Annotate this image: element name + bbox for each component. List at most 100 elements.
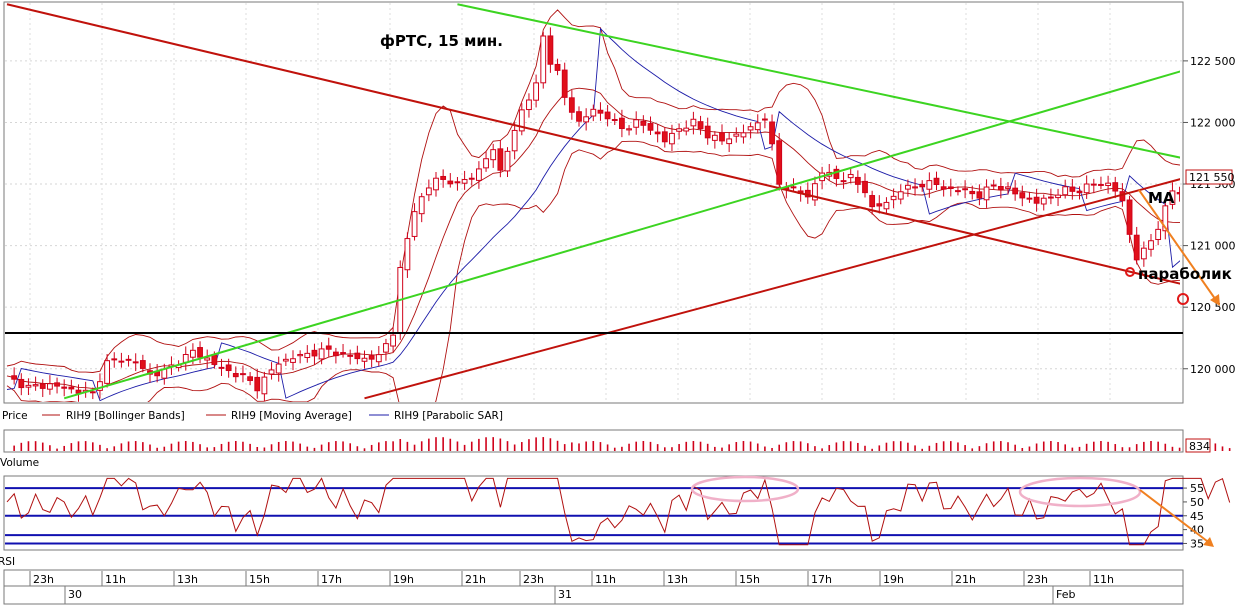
volume-bar [120, 443, 123, 451]
hour-label: 15h [739, 573, 760, 586]
volume-bar [1078, 446, 1081, 451]
date-label: Feb [1056, 588, 1075, 601]
volume-bar [814, 446, 816, 451]
volume-bar [13, 445, 15, 451]
hour-label: 19h [393, 573, 414, 586]
volume-bar [585, 441, 587, 451]
volume-bar [992, 441, 995, 451]
volume-bar [964, 445, 966, 451]
volume-bar [871, 448, 873, 451]
hour-label: 21h [955, 573, 976, 586]
volume-bar [385, 441, 387, 451]
volume-bar [113, 446, 116, 451]
volume-bar [163, 446, 166, 451]
volume-bar [685, 441, 688, 451]
volume-bar [249, 443, 251, 451]
volume-bar [27, 441, 30, 451]
volume-bar [84, 441, 87, 451]
volume-bar [914, 445, 916, 451]
volume-bar [63, 445, 65, 451]
volume-bar [642, 441, 645, 451]
volume-bar [635, 441, 637, 451]
volume-bar [170, 443, 173, 451]
volume-bar [542, 437, 545, 451]
volume-bar [127, 441, 130, 451]
volume-bar [799, 441, 802, 451]
volume-bar [521, 442, 523, 451]
volume-bar [1057, 442, 1059, 451]
volume-bar [1121, 447, 1124, 451]
hour-label: 19h [883, 573, 904, 586]
volume-bar [370, 444, 373, 451]
volume-bar [935, 442, 938, 451]
volume-bar [20, 442, 23, 451]
volume-bar [292, 441, 294, 451]
volume-bar [1107, 441, 1109, 451]
chart-title: фРТС, 15 мин. [380, 32, 503, 50]
price-tick-label: 120 000 [1190, 363, 1235, 376]
volume-bar [206, 447, 208, 451]
volume-bar [528, 439, 530, 451]
volume-bar [99, 444, 101, 451]
hour-label: 11h [595, 573, 616, 586]
volume-bar [892, 441, 895, 451]
volume-bar [435, 437, 437, 451]
volume-bar [664, 447, 666, 451]
volume-bar [549, 438, 552, 451]
legend-row [0, 404, 1235, 426]
volume-bar [563, 444, 566, 451]
volume-bar [885, 442, 888, 451]
volume-bar [828, 445, 831, 451]
volume-bar [678, 444, 680, 451]
volume-bar [1085, 443, 1088, 451]
volume-bar [392, 441, 394, 451]
volume-bar [306, 446, 309, 451]
hour-label: 11h [1093, 573, 1114, 586]
volume-bar [285, 441, 287, 451]
last-price-label: 121 550 [1189, 171, 1235, 184]
volume-bar [1157, 441, 1159, 451]
price-axis: 120 000120 500121 000121 500122 000122 5… [1183, 55, 1235, 376]
volume-bar [656, 444, 659, 451]
volume-bar [1228, 448, 1231, 451]
volume-bar [478, 438, 480, 451]
volume-bar [485, 437, 487, 451]
volume-bar [1135, 444, 1138, 451]
volume-bar [942, 441, 945, 451]
volume-bar [492, 437, 494, 451]
volume-bar [849, 441, 852, 451]
volume-bar [785, 442, 788, 451]
hour-label: 13h [177, 573, 198, 586]
volume-bar [342, 441, 344, 451]
volume-bar [957, 442, 959, 451]
volume-bar [592, 441, 595, 451]
volume-bar [242, 441, 244, 451]
volume-bar [628, 443, 630, 451]
legend-price: Price [2, 410, 28, 422]
rsi-tick-label: 45 [1190, 510, 1204, 523]
chart-canvas: 120 000120 500121 000121 500122 000122 5… [0, 1, 1235, 605]
volume-bar [950, 441, 952, 451]
volume-bar [149, 444, 151, 451]
volume-bar [213, 447, 216, 451]
volume-bar [1071, 447, 1074, 451]
volume-bar [1114, 444, 1117, 451]
volume-bar [235, 441, 237, 451]
candle [540, 31, 547, 89]
hour-label: 15h [249, 573, 270, 586]
volume-bar [1221, 446, 1224, 451]
volume-bar [756, 443, 759, 451]
volume-bar [857, 442, 859, 451]
volume-bar [1000, 441, 1002, 451]
volume-bar [771, 447, 773, 451]
volume-bar [1064, 444, 1066, 451]
price-tick-label: 122 000 [1190, 116, 1235, 129]
candle [1184, 185, 1189, 204]
rsi-tick-label: 35 [1190, 537, 1204, 550]
volume-label: Volume [0, 457, 39, 469]
volume-bar [277, 441, 280, 451]
volume-bar [1128, 447, 1131, 451]
volume-bar [256, 447, 259, 451]
volume-bar [463, 444, 466, 451]
volume-bar [1171, 446, 1174, 451]
